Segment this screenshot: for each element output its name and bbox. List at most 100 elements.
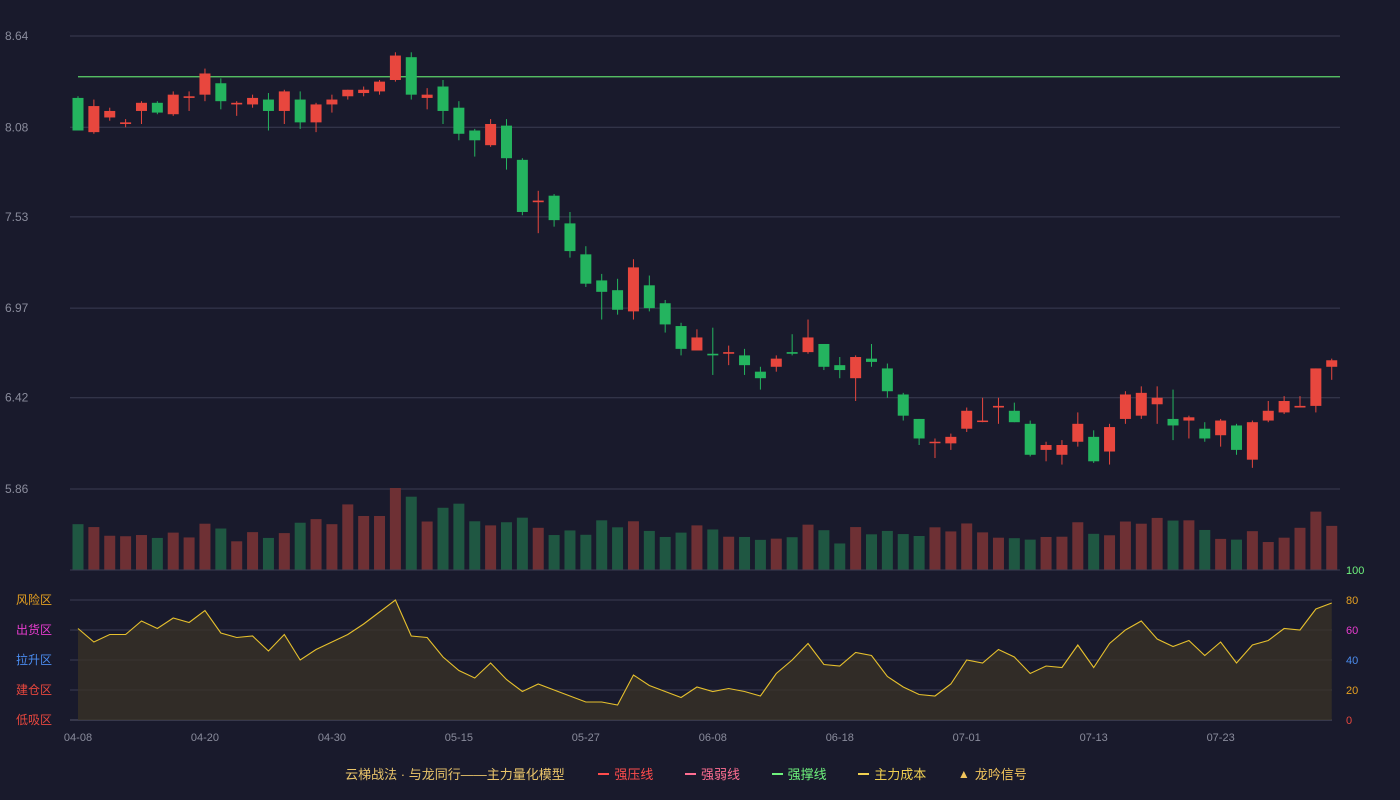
osc-tick-label: 60 (1346, 625, 1358, 637)
volume-bar (929, 527, 941, 570)
candle-body (532, 200, 544, 203)
price-tick-label: 7.53 (5, 210, 29, 224)
candle (564, 211, 576, 258)
candle-body (1167, 418, 1179, 426)
candle-body (1072, 423, 1084, 442)
candle (691, 329, 703, 351)
volume-bar (1294, 527, 1306, 570)
candle-body (469, 130, 481, 141)
candle (167, 91, 179, 116)
candle-body (1024, 423, 1036, 455)
legend-item-support-line[interactable]: 强撑线 (771, 764, 827, 783)
candle (707, 327, 719, 375)
candle-body (564, 223, 576, 252)
volume-bar (453, 503, 465, 570)
candle-body (1104, 427, 1116, 452)
candle-body (262, 99, 274, 111)
volume-bar (1278, 537, 1290, 570)
volume-bar (437, 507, 449, 570)
candle (723, 345, 735, 366)
candle (643, 275, 655, 312)
candle-body (707, 353, 719, 356)
legend-item-signal[interactable]: ▲ 龙吟信号 (958, 764, 1027, 783)
legend-item-main-cost[interactable]: 主力成本 (858, 764, 926, 783)
price-tick-label: 8.08 (5, 120, 29, 134)
volume-bar (850, 527, 862, 570)
candle-body (961, 410, 973, 429)
candle (1215, 418, 1227, 447)
candle (548, 194, 560, 227)
date-tick-label: 04-20 (191, 732, 219, 744)
candle (278, 89, 290, 124)
candle (945, 433, 957, 450)
chart-legend: 云梯战法 · 与龙同行——主力量化模型 强压线 强弱线 强撑线 主力成本 ▲ 龙吟… (0, 764, 1400, 788)
candle (389, 52, 401, 82)
volume-bar (183, 537, 195, 570)
volume-bar (326, 524, 338, 570)
volume-bar (405, 496, 417, 570)
price-tick-label: 8.64 (5, 29, 29, 43)
candle (627, 259, 639, 320)
candle-body (1326, 360, 1338, 367)
volume-bar (1310, 511, 1322, 570)
osc-tick-label: 40 (1346, 655, 1358, 667)
candle (88, 99, 100, 134)
date-tick-label: 04-30 (318, 732, 346, 744)
candle (770, 355, 782, 372)
candle (754, 366, 766, 390)
osc-tick-label: 80 (1346, 595, 1358, 607)
candle-body (405, 57, 417, 95)
candlestick-chart: 8.64 8.08 7.53 6.97 6.42 5.86 0 20 40 60 80 100 低吸区… (5, 29, 1364, 744)
candle-body (818, 343, 830, 367)
candle-body (723, 352, 735, 354)
candle-body (1008, 410, 1020, 423)
candle (437, 79, 449, 124)
candle-body (310, 104, 322, 123)
volume-bar (120, 536, 132, 570)
volume-bar (262, 537, 274, 570)
candle-body (358, 89, 370, 94)
candle-body (643, 285, 655, 309)
osc-tick-label: 20 (1346, 685, 1358, 697)
candle (1326, 358, 1338, 380)
candle-body (199, 73, 211, 95)
volume-bar (88, 527, 100, 570)
candle (1278, 396, 1290, 415)
candle-body (786, 352, 798, 354)
osc-zone-label: 低吸区 (16, 713, 52, 727)
candle-body (913, 418, 925, 439)
candle-body (834, 365, 846, 371)
candle-body (977, 420, 989, 423)
candle (215, 78, 227, 110)
legend-item-strength-line[interactable]: 强弱线 (685, 764, 740, 783)
candle-body (802, 337, 814, 353)
volume-bar (659, 536, 671, 570)
candle-series (72, 52, 1338, 468)
candle (866, 343, 877, 367)
volume-series (70, 488, 1340, 571)
candle-body (437, 86, 449, 111)
candle-body (326, 99, 338, 105)
date-tick-label: 07-23 (1207, 732, 1235, 744)
volume-bar (1231, 539, 1243, 570)
triangle-icon: ▲ (957, 766, 970, 781)
volume-bar (1072, 522, 1084, 570)
date-axis: 04-08 04-20 04-30 05-15 05-27 06-08 06-18 07-01… (64, 732, 1235, 744)
volume-bar (215, 528, 227, 570)
candle-body (992, 405, 1004, 408)
volume-bar (786, 537, 798, 570)
price-tick-label: 6.97 (5, 301, 29, 315)
date-tick-label: 05-15 (445, 732, 473, 744)
candle (1199, 422, 1211, 442)
candle (120, 119, 132, 128)
candle-body (866, 358, 877, 362)
candle-body (278, 91, 290, 111)
volume-bar (135, 535, 147, 570)
candle-body (294, 99, 306, 123)
volume-bar (596, 520, 608, 570)
candle-body (1199, 428, 1211, 439)
candle (500, 119, 512, 170)
legend-item-pressure-line[interactable]: 强压线 (598, 764, 653, 783)
candle (1024, 420, 1036, 457)
volume-bar (72, 524, 84, 570)
